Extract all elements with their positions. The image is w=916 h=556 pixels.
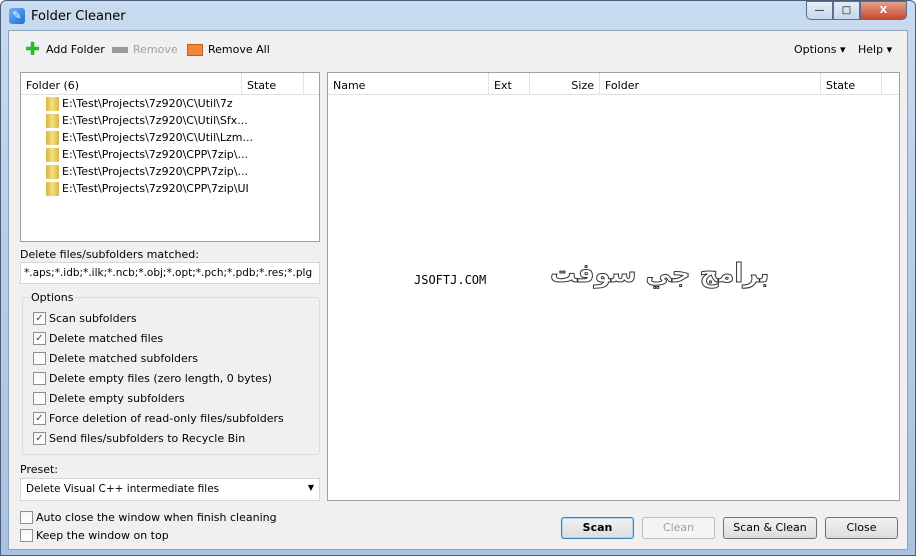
results-list[interactable]: Name Ext Size Folder State JSOFTJ.COM بر… <box>327 72 900 501</box>
add-folder-label: Add Folder <box>46 43 105 56</box>
column-state[interactable]: State <box>242 73 304 95</box>
option-label: Send files/subfolders to Recycle Bin <box>49 432 246 445</box>
checkbox-box: ✓ <box>33 312 46 325</box>
keep-on-top-label: Keep the window on top <box>36 529 169 542</box>
column-ext[interactable]: Ext <box>489 73 530 95</box>
keep-on-top-checkbox[interactable]: Keep the window on top <box>20 529 169 542</box>
maximize-button[interactable]: □ <box>833 1 860 20</box>
help-menu[interactable]: Help ▾ <box>858 43 892 56</box>
preset-select[interactable]: Delete Visual C++ intermediate files ▼ <box>20 478 320 501</box>
remove-all-label: Remove All <box>208 43 270 56</box>
scan-and-clean-button[interactable]: Scan & Clean <box>723 517 817 539</box>
options-group-title: Options <box>29 291 76 304</box>
close-button[interactable]: Close <box>825 517 898 539</box>
checkbox-box <box>20 529 33 542</box>
folder-path: E:\Test\Projects\7z920\C\Util\Lzm... <box>62 131 253 144</box>
column-folder[interactable]: Folder <box>600 73 821 95</box>
folder-row[interactable]: E:\Test\Projects\7z920\CPP\7zip\UI <box>21 180 319 197</box>
clean-button[interactable]: Clean <box>642 517 715 539</box>
remove-all-button[interactable]: Remove All <box>187 43 270 56</box>
option-checkbox[interactable]: ✓ Send files/subfolders to Recycle Bin <box>33 432 245 445</box>
checkbox-box: ✓ <box>33 412 46 425</box>
folder-row[interactable]: E:\Test\Projects\7z920\C\Util\7z <box>21 95 319 112</box>
option-checkbox[interactable]: Delete empty files (zero length, 0 bytes… <box>33 372 272 385</box>
option-label: Delete matched files <box>49 332 164 345</box>
client-area: ✚ Add Folder Remove Remove All Options ▾… <box>8 30 908 550</box>
folder-path: E:\Test\Projects\7z920\C\Util\Sfx... <box>62 114 248 127</box>
remove-all-icon <box>187 43 203 56</box>
add-folder-button[interactable]: ✚ Add Folder <box>25 38 105 60</box>
folder-path: E:\Test\Projects\7z920\CPP\7zip\... <box>62 165 248 178</box>
checkbox-box <box>33 352 46 365</box>
match-label: Delete files/subfolders matched: <box>20 248 199 261</box>
checkbox-box <box>33 392 46 405</box>
app-window: ✎ Folder Cleaner — □ X ✚ Add Folder Remo… <box>0 0 916 556</box>
column-size[interactable]: Size <box>530 73 600 95</box>
auto-close-checkbox[interactable]: Auto close the window when finish cleani… <box>20 511 277 524</box>
folder-row[interactable]: E:\Test\Projects\7z920\CPP\7zip\... <box>21 146 319 163</box>
folder-icon <box>46 147 59 162</box>
options-menu[interactable]: Options ▾ <box>794 43 845 56</box>
option-label: Scan subfolders <box>49 312 137 325</box>
option-label: Delete matched subfolders <box>49 352 199 365</box>
plus-icon: ✚ <box>25 38 41 60</box>
title-bar: ✎ Folder Cleaner <box>9 7 126 25</box>
window-title: Folder Cleaner <box>31 8 126 24</box>
remove-icon <box>112 46 128 53</box>
remove-label: Remove <box>133 43 178 56</box>
preset-value: Delete Visual C++ intermediate files <box>26 483 220 495</box>
column-folder[interactable]: Folder (6) <box>21 73 242 95</box>
watermark-arabic: برامج جي سوفت <box>549 259 770 290</box>
folder-row[interactable]: E:\Test\Projects\7z920\C\Util\Sfx... <box>21 112 319 129</box>
checkbox-box: ✓ <box>33 332 46 345</box>
dropdown-arrow-icon: ▼ <box>307 483 314 492</box>
folder-icon <box>46 96 59 111</box>
minimize-button[interactable]: — <box>806 1 833 20</box>
checkbox-box <box>33 372 46 385</box>
folder-path: E:\Test\Projects\7z920\CPP\7zip\UI <box>62 182 249 195</box>
option-checkbox[interactable]: Delete matched subfolders <box>33 352 198 365</box>
folder-icon <box>46 130 59 145</box>
auto-close-label: Auto close the window when finish cleani… <box>36 511 277 524</box>
column-state[interactable]: State <box>821 73 882 95</box>
scan-button[interactable]: Scan <box>561 517 634 539</box>
match-pattern-input[interactable]: *.aps;*.idb;*.ilk;*.ncb;*.obj;*.opt;*.pc… <box>20 262 320 284</box>
option-checkbox[interactable]: ✓ Scan subfolders <box>33 312 137 325</box>
folder-icon <box>46 181 59 196</box>
broom-icon: ✎ <box>9 8 25 24</box>
folder-row[interactable]: E:\Test\Projects\7z920\CPP\7zip\... <box>21 163 319 180</box>
remove-button[interactable]: Remove <box>112 43 178 56</box>
option-label: Force deletion of read-only files/subfol… <box>49 412 284 425</box>
preset-label: Preset: <box>20 463 59 476</box>
folder-list[interactable]: Folder (6) State E:\Test\Projects\7z920\C… <box>20 72 320 242</box>
checkbox-box: ✓ <box>33 432 46 445</box>
close-window-button[interactable]: X <box>860 1 907 20</box>
option-label: Delete empty subfolders <box>49 392 185 405</box>
checkbox-box <box>20 511 33 524</box>
folder-path: E:\Test\Projects\7z920\C\Util\7z <box>62 97 233 110</box>
folder-icon <box>46 113 59 128</box>
folder-row[interactable]: E:\Test\Projects\7z920\C\Util\Lzm... <box>21 129 319 146</box>
option-label: Delete empty files (zero length, 0 bytes… <box>49 372 272 385</box>
option-checkbox[interactable]: ✓ Delete matched files <box>33 332 163 345</box>
column-name[interactable]: Name <box>328 73 489 95</box>
option-checkbox[interactable]: ✓ Force deletion of read-only files/subfo… <box>33 412 284 425</box>
folder-icon <box>46 164 59 179</box>
option-checkbox[interactable]: Delete empty subfolders <box>33 392 185 405</box>
folder-path: E:\Test\Projects\7z920\CPP\7zip\... <box>62 148 248 161</box>
watermark-text: JSOFTJ.COM <box>414 273 487 287</box>
